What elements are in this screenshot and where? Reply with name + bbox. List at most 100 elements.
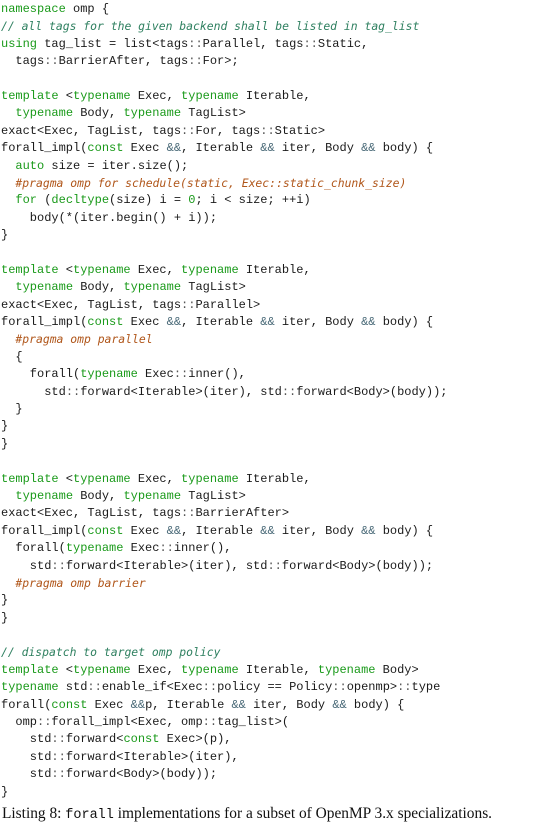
- keyword-token: typename: [73, 88, 131, 103]
- code-token: Iterable,: [238, 662, 318, 677]
- code-token: Exec,: [130, 471, 182, 486]
- scope-operator: ::: [397, 680, 412, 695]
- keyword-token: typename: [1, 680, 59, 695]
- scope-operator: ::: [51, 749, 66, 764]
- code-line: std::forward<Body>(body));: [1, 766, 448, 783]
- code-token: ; i < size; ++i): [195, 193, 311, 208]
- code-token: }: [1, 401, 23, 416]
- code-token: Iterable,: [238, 88, 311, 103]
- code-token: TagList>: [181, 488, 246, 503]
- operator-token: &&: [166, 315, 182, 330]
- operator-token: &&: [130, 697, 146, 712]
- code-token: , Iterable: [181, 141, 261, 156]
- code-token: std: [58, 680, 88, 695]
- code-token: Exec,: [130, 88, 182, 103]
- code-token: std: [1, 384, 66, 399]
- scope-operator: ::: [188, 54, 203, 69]
- pragma-token: #pragma omp parallel: [15, 332, 153, 347]
- keyword-token: typename: [123, 488, 182, 503]
- keyword-token: decltype: [51, 193, 110, 208]
- code-token: std: [1, 558, 52, 573]
- operator-token: &&: [260, 523, 275, 538]
- code-token: policy == Policy: [217, 680, 333, 695]
- keyword-token: typename: [15, 280, 74, 295]
- scope-operator: ::: [65, 384, 81, 399]
- code-token: forall_impl(: [1, 141, 88, 156]
- code-line: template <typename Exec, typename Iterab…: [1, 662, 448, 679]
- code-token: Body,: [73, 106, 124, 121]
- code-token: omp: [1, 715, 38, 730]
- code-token: {: [1, 349, 23, 364]
- keyword-token: const: [123, 732, 160, 747]
- code-line: forall(typename Exec::inner(),: [1, 540, 448, 557]
- code-line: omp::forall_impl<Exec, omp::tag_list>(: [1, 714, 448, 731]
- code-token: Body>: [375, 662, 419, 677]
- listing-caption: Listing 8: forall implementations for a …: [2, 805, 492, 823]
- code-line: }: [1, 436, 448, 453]
- code-line: #pragma omp parallel: [1, 331, 448, 348]
- code-token: forward<Iterable>(iter), std: [80, 384, 282, 399]
- code-token: Iterable,: [238, 262, 311, 277]
- code-line: using tag_list = list<tags::Parallel, ta…: [1, 36, 448, 53]
- code-token: Exec: [123, 523, 167, 538]
- code-line: }: [1, 784, 448, 801]
- code-line: forall_impl(const Exec &&, Iterable && i…: [1, 523, 448, 540]
- code-token: Exec>(p),: [159, 732, 232, 747]
- scope-operator: ::: [181, 297, 196, 312]
- keyword-token: typename: [80, 367, 138, 382]
- code-token: forall_impl(: [1, 523, 88, 538]
- code-token: <: [58, 471, 74, 486]
- keyword-token: template: [1, 662, 59, 677]
- code-token: (size) i =: [109, 193, 189, 208]
- code-line: {: [1, 349, 448, 366]
- operator-token: &&: [260, 141, 275, 156]
- code-line: exact<Exec, TagList, tags::BarrierAfter>: [1, 505, 448, 522]
- code-token: , Iterable: [181, 315, 261, 330]
- keyword-token: template: [1, 471, 59, 486]
- code-token: <: [58, 262, 74, 277]
- code-token: tag_list = list<tags: [37, 36, 189, 51]
- code-line: forall(typename Exec::inner(),: [1, 366, 448, 383]
- code-line: std::forward<const Exec>(p),: [1, 731, 448, 748]
- code-token: <: [58, 88, 74, 103]
- operator-token: &&: [332, 697, 347, 712]
- keyword-token: const: [87, 141, 124, 156]
- code-token: forward<Body>(body));: [281, 558, 434, 573]
- code-token: size = iter.size();: [44, 158, 189, 173]
- code-token: forall(: [1, 541, 66, 556]
- scope-operator: ::: [87, 680, 102, 695]
- code-line: auto size = iter.size();: [1, 158, 448, 175]
- operator-token: &&: [361, 141, 376, 156]
- code-token: body(*(iter.begin() + i));: [1, 210, 218, 225]
- code-token: exact<Exec, TagList, tags: [1, 297, 182, 312]
- keyword-token: for: [15, 193, 38, 208]
- code-token: exact<Exec, TagList, tags: [1, 506, 182, 521]
- caption-code: forall: [65, 808, 114, 823]
- code-line: template <typename Exec, typename Iterab…: [1, 262, 448, 279]
- code-token: Body,: [73, 280, 124, 295]
- keyword-token: typename: [65, 541, 124, 556]
- scope-operator: ::: [202, 715, 218, 730]
- keyword-token: typename: [73, 471, 131, 486]
- code-token: exact<Exec, TagList, tags: [1, 123, 182, 138]
- code-token: omp {: [65, 2, 110, 16]
- code-token: TagList>: [181, 280, 246, 295]
- code-token: }: [1, 436, 9, 451]
- pragma-token: #pragma omp for schedule(static, Exec::s…: [15, 175, 407, 190]
- operator-token: &&: [361, 523, 376, 538]
- code-token: tags: [1, 54, 45, 69]
- code-line: forall_impl(const Exec &&, Iterable && i…: [1, 314, 448, 331]
- scope-operator: ::: [51, 558, 66, 573]
- code-line: body(*(iter.begin() + i));: [1, 210, 448, 227]
- code-token: Iterable,: [238, 471, 311, 486]
- code-line: }: [1, 592, 448, 609]
- keyword-token: template: [1, 88, 59, 103]
- operator-token: &&: [231, 697, 246, 712]
- code-line: std::forward<Iterable>(iter), std::forwa…: [1, 384, 447, 401]
- code-line: tags::BarrierAfter, tags::For>;: [1, 53, 448, 70]
